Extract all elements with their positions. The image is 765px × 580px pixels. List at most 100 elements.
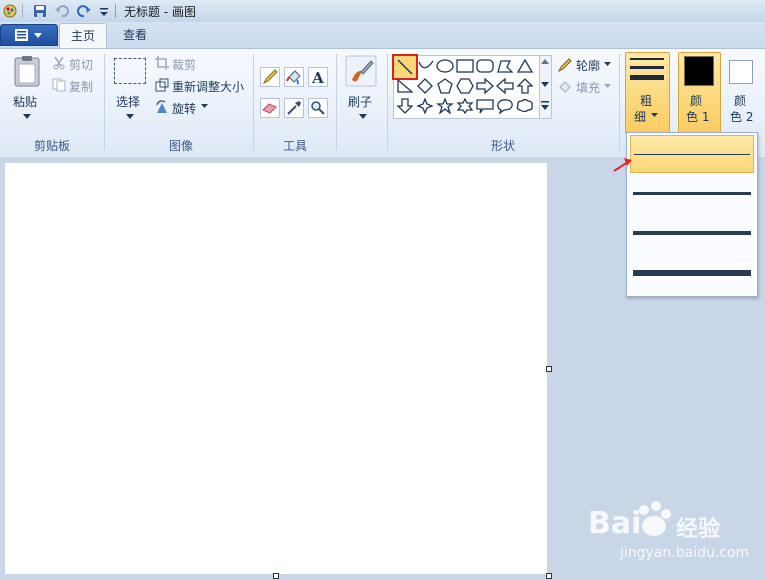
color1-label-line1: 颜 xyxy=(690,94,703,108)
group-divider xyxy=(387,54,388,150)
size-option-1px[interactable] xyxy=(630,135,754,173)
oval-callout-shape-icon[interactable] xyxy=(496,98,514,114)
crop-icon xyxy=(155,56,169,70)
rotate-button[interactable]: 旋转 xyxy=(172,100,196,117)
color2-label-line1: 颜 xyxy=(734,94,747,108)
select-icon[interactable] xyxy=(114,58,146,84)
line-width-icon xyxy=(630,58,664,80)
paste-button-label[interactable]: 粘贴 xyxy=(13,93,37,110)
group-divider xyxy=(336,54,337,150)
resize-handle-bottom[interactable] xyxy=(273,573,279,579)
paste-icon[interactable] xyxy=(14,55,40,87)
color1-label-line2: 色 1 xyxy=(686,110,710,124)
copy-icon xyxy=(52,78,66,92)
oval-shape-icon[interactable] xyxy=(436,58,454,74)
eraser-icon[interactable] xyxy=(260,98,280,118)
pencil-icon[interactable] xyxy=(260,67,280,87)
undo-icon[interactable] xyxy=(54,3,70,19)
size-option-8px[interactable] xyxy=(630,255,754,293)
color2-label-line2[interactable]: 色 2 xyxy=(730,108,753,125)
image-group-label: 图像 xyxy=(168,139,193,153)
drawing-canvas[interactable] xyxy=(5,163,547,574)
pentagon-shape-icon[interactable] xyxy=(436,78,454,94)
size-label-line1: 粗 xyxy=(640,94,653,108)
rotate-dropdown-arrow-icon[interactable] xyxy=(201,104,208,109)
rectangle-shape-icon[interactable] xyxy=(456,58,474,74)
curve-shape-icon[interactable] xyxy=(418,58,434,74)
gallery-expand-icon[interactable] xyxy=(541,101,549,111)
group-divider xyxy=(619,54,620,150)
paint-app-icon[interactable] xyxy=(2,3,18,19)
gallery-down-arrow-icon[interactable] xyxy=(541,82,549,88)
tools-group-label: 工具 xyxy=(282,139,307,153)
svg-text:A: A xyxy=(311,69,324,87)
watermark-url: jingyan.baidu.com xyxy=(620,545,750,561)
cloud-callout-shape-icon[interactable] xyxy=(516,98,534,114)
diamond-shape-icon[interactable] xyxy=(416,78,434,94)
customize-toolbar-chevron-icon[interactable] xyxy=(96,3,112,19)
size-dropdown-arrow-icon xyxy=(651,113,658,117)
crop-button[interactable]: 裁剪 xyxy=(172,56,196,73)
right-arrow-shape-icon[interactable] xyxy=(476,78,494,94)
brushes-dropdown-arrow-icon[interactable] xyxy=(359,114,367,120)
size-label-line2: 细 xyxy=(634,110,647,124)
resize-icon xyxy=(155,78,169,92)
group-divider xyxy=(253,54,254,150)
resize-button[interactable]: 重新调整大小 xyxy=(172,78,244,95)
up-arrow-shape-icon[interactable] xyxy=(516,78,534,94)
four-point-star-shape-icon[interactable] xyxy=(416,98,434,114)
cut-button[interactable]: 剪切 xyxy=(69,56,93,73)
paste-dropdown-arrow-icon[interactable] xyxy=(23,114,31,120)
magnifier-icon[interactable] xyxy=(308,98,328,118)
right-triangle-shape-icon[interactable] xyxy=(396,78,414,94)
rotate-icon xyxy=(156,100,167,113)
size-option-5px[interactable] xyxy=(630,215,754,253)
resize-handle-corner[interactable] xyxy=(546,573,552,579)
gallery-up-arrow-icon[interactable] xyxy=(541,59,549,65)
group-divider xyxy=(104,54,105,150)
rect-callout-shape-icon[interactable] xyxy=(476,98,494,114)
hexagon-shape-icon[interactable] xyxy=(456,78,474,94)
paw-icon xyxy=(639,501,671,536)
brushes-button-label[interactable]: 刷子 xyxy=(348,93,372,110)
select-dropdown-arrow-icon[interactable] xyxy=(126,114,134,120)
outline-pen-icon xyxy=(557,58,572,73)
outline-dropdown-arrow-icon[interactable] xyxy=(604,62,611,67)
color-picker-icon[interactable] xyxy=(284,98,304,118)
fill-bucket-icon[interactable] xyxy=(284,67,304,87)
copy-button[interactable]: 复制 xyxy=(69,78,93,95)
cut-icon xyxy=(53,56,65,70)
title-separator xyxy=(115,4,116,18)
resize-handle-right[interactable] xyxy=(546,366,552,372)
polygon-shape-icon[interactable] xyxy=(496,58,514,74)
redo-icon[interactable] xyxy=(76,3,92,19)
left-arrow-shape-icon[interactable] xyxy=(496,78,514,94)
fill-dropdown-arrow-icon[interactable] xyxy=(604,84,611,89)
rounded-rectangle-shape-icon[interactable] xyxy=(476,58,494,74)
pointer-arrow-icon xyxy=(613,158,632,172)
text-tool-icon[interactable]: A xyxy=(308,67,328,87)
size-option-3px[interactable] xyxy=(630,175,754,213)
color2-swatch[interactable] xyxy=(729,60,753,84)
triangle-shape-icon[interactable] xyxy=(516,58,534,74)
six-point-star-shape-icon[interactable] xyxy=(456,98,474,114)
color1-swatch xyxy=(684,56,714,86)
app-menu-button[interactable] xyxy=(0,24,58,46)
size-dropdown-menu xyxy=(626,132,758,297)
outline-button[interactable]: 轮廓 xyxy=(576,57,600,74)
select-button-label[interactable]: 选择 xyxy=(116,93,140,110)
down-arrow-shape-icon[interactable] xyxy=(396,98,414,114)
fill-button[interactable]: 填充 xyxy=(576,79,600,96)
window-title: 无标题 - 画图 xyxy=(124,5,196,19)
save-icon[interactable] xyxy=(32,3,48,19)
five-point-star-shape-icon[interactable] xyxy=(436,98,454,114)
brush-icon[interactable] xyxy=(345,55,377,87)
fill-bucket-small-icon xyxy=(559,81,571,93)
tab-home[interactable]: 主页 xyxy=(59,23,107,48)
clipboard-group-label: 剪贴板 xyxy=(33,139,70,153)
tab-view[interactable]: 查看 xyxy=(112,23,158,47)
line-shape-icon[interactable] xyxy=(392,54,418,80)
watermark-text: 经验 xyxy=(676,517,721,542)
app-menu-icon xyxy=(15,29,42,41)
shapes-group-label: 形状 xyxy=(490,139,515,153)
